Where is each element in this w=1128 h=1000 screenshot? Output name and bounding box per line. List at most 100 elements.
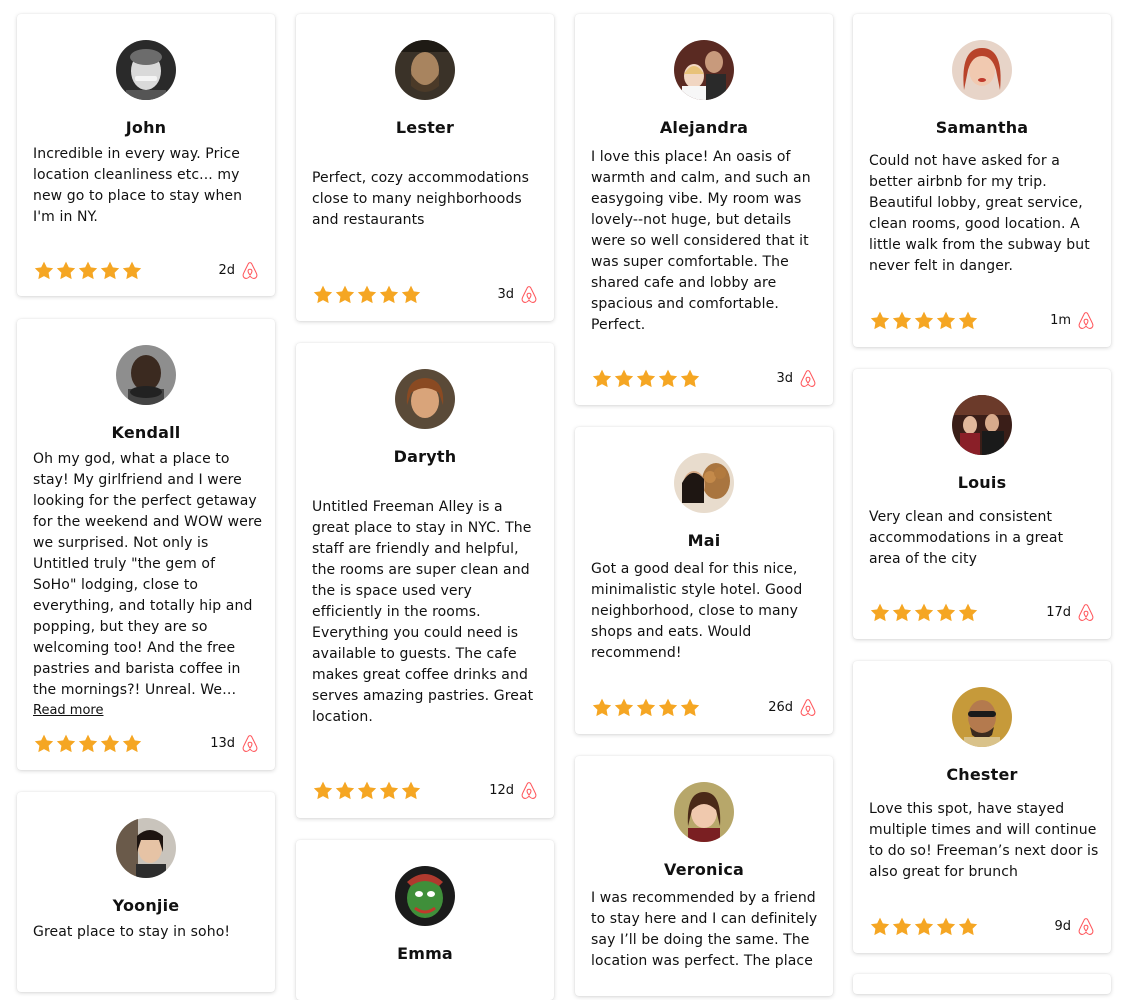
review-card	[853, 974, 1111, 994]
review-time: 12d	[489, 783, 514, 798]
review-time: 2d	[218, 263, 235, 278]
reviewer-name: Lester	[395, 118, 455, 137]
avatar	[952, 395, 1012, 455]
avatar	[952, 40, 1012, 100]
review-text: I love this place! An oasis of warmth an…	[591, 149, 811, 333]
airbnb-logo-icon[interactable]	[240, 733, 260, 755]
star-icon	[312, 780, 334, 802]
review-time: 13d	[210, 736, 235, 751]
star-icon	[99, 260, 121, 282]
reviewer-name: Alejandra	[659, 118, 749, 137]
star-icon	[55, 733, 77, 755]
avatar	[116, 818, 176, 878]
star-icon	[635, 368, 657, 390]
star-icon	[121, 733, 143, 755]
star-icon	[869, 916, 891, 938]
star-icon	[312, 284, 334, 306]
reviewer-name: Veronica	[664, 860, 744, 879]
review-card: John Incredible in every way. Price loca…	[17, 14, 275, 296]
reviewer-name: Emma	[397, 944, 453, 963]
star-icon	[77, 733, 99, 755]
star-icon	[869, 310, 891, 332]
review-text: Love this spot, have stayed multiple tim…	[869, 801, 1099, 880]
review-text: Oh my god, what a place to stay! My girl…	[33, 451, 263, 698]
star-icon	[935, 310, 957, 332]
review-card: Daryth Untitled Freeman Alley is a great…	[296, 343, 554, 818]
airbnb-logo-icon[interactable]	[798, 368, 818, 390]
star-icon	[679, 697, 701, 719]
airbnb-logo-icon[interactable]	[1076, 602, 1096, 624]
star-rating	[591, 368, 701, 390]
star-icon	[99, 733, 121, 755]
review-card: Louis Very clean and consistent accommod…	[853, 369, 1111, 639]
avatar	[116, 345, 176, 405]
star-icon	[613, 368, 635, 390]
star-icon	[613, 697, 635, 719]
star-icon	[378, 780, 400, 802]
star-icon	[334, 780, 356, 802]
star-icon	[378, 284, 400, 306]
avatar	[395, 40, 455, 100]
read-more-link[interactable]: Read more	[33, 703, 103, 718]
star-icon	[356, 284, 378, 306]
avatar	[674, 782, 734, 842]
star-icon	[913, 602, 935, 624]
review-card: Emma	[296, 840, 554, 1000]
star-icon	[591, 368, 613, 390]
airbnb-logo-icon[interactable]	[798, 697, 818, 719]
review-text: Could not have asked for a better airbnb…	[869, 153, 1090, 274]
review-card: Alejandra I love this place! An oasis of…	[575, 14, 833, 405]
reviewer-name: Chester	[946, 765, 1018, 784]
star-icon	[891, 602, 913, 624]
review-card: Yoonjie Great place to stay in soho!	[17, 792, 275, 992]
star-icon	[400, 780, 422, 802]
reviewer-name: Yoonjie	[112, 896, 180, 915]
airbnb-logo-icon[interactable]	[519, 284, 539, 306]
avatar	[395, 369, 455, 429]
star-icon	[55, 260, 77, 282]
star-rating	[869, 602, 979, 624]
avatar	[674, 453, 734, 513]
review-time: 1m	[1050, 313, 1071, 328]
star-icon	[957, 310, 979, 332]
review-time: 26d	[768, 700, 793, 715]
review-card: Veronica I was recommended by a friend t…	[575, 756, 833, 996]
star-rating	[869, 916, 979, 938]
avatar	[952, 687, 1012, 747]
star-icon	[679, 368, 701, 390]
star-rating	[33, 260, 143, 282]
star-icon	[657, 697, 679, 719]
star-icon	[957, 916, 979, 938]
review-card: Samantha Could not have asked for a bett…	[853, 14, 1111, 347]
star-icon	[913, 916, 935, 938]
star-rating	[869, 310, 979, 332]
review-text: Incredible in every way. Price location …	[33, 146, 243, 225]
review-time: 17d	[1046, 605, 1071, 620]
review-text: Got a good deal for this nice, minimalis…	[591, 561, 803, 661]
airbnb-logo-icon[interactable]	[1076, 310, 1096, 332]
star-icon	[121, 260, 143, 282]
reviewer-name: John	[125, 118, 167, 137]
review-card: Lester Perfect, cozy accommodations clos…	[296, 14, 554, 321]
star-icon	[635, 697, 657, 719]
airbnb-logo-icon[interactable]	[1076, 916, 1096, 938]
reviewer-name: Mai	[687, 531, 721, 550]
review-time: 3d	[497, 287, 514, 302]
reviewer-name: Daryth	[393, 447, 457, 466]
airbnb-logo-icon[interactable]	[519, 780, 539, 802]
star-rating	[33, 733, 143, 755]
star-icon	[33, 733, 55, 755]
review-card: Chester Love this spot, have stayed mult…	[853, 661, 1111, 953]
star-icon	[935, 602, 957, 624]
star-icon	[591, 697, 613, 719]
star-icon	[891, 916, 913, 938]
star-rating	[312, 780, 422, 802]
avatar	[395, 866, 455, 926]
star-icon	[913, 310, 935, 332]
star-rating	[312, 284, 422, 306]
reviewer-name: Samantha	[935, 118, 1029, 137]
avatar	[674, 40, 734, 100]
star-icon	[935, 916, 957, 938]
airbnb-logo-icon[interactable]	[240, 260, 260, 282]
star-icon	[891, 310, 913, 332]
